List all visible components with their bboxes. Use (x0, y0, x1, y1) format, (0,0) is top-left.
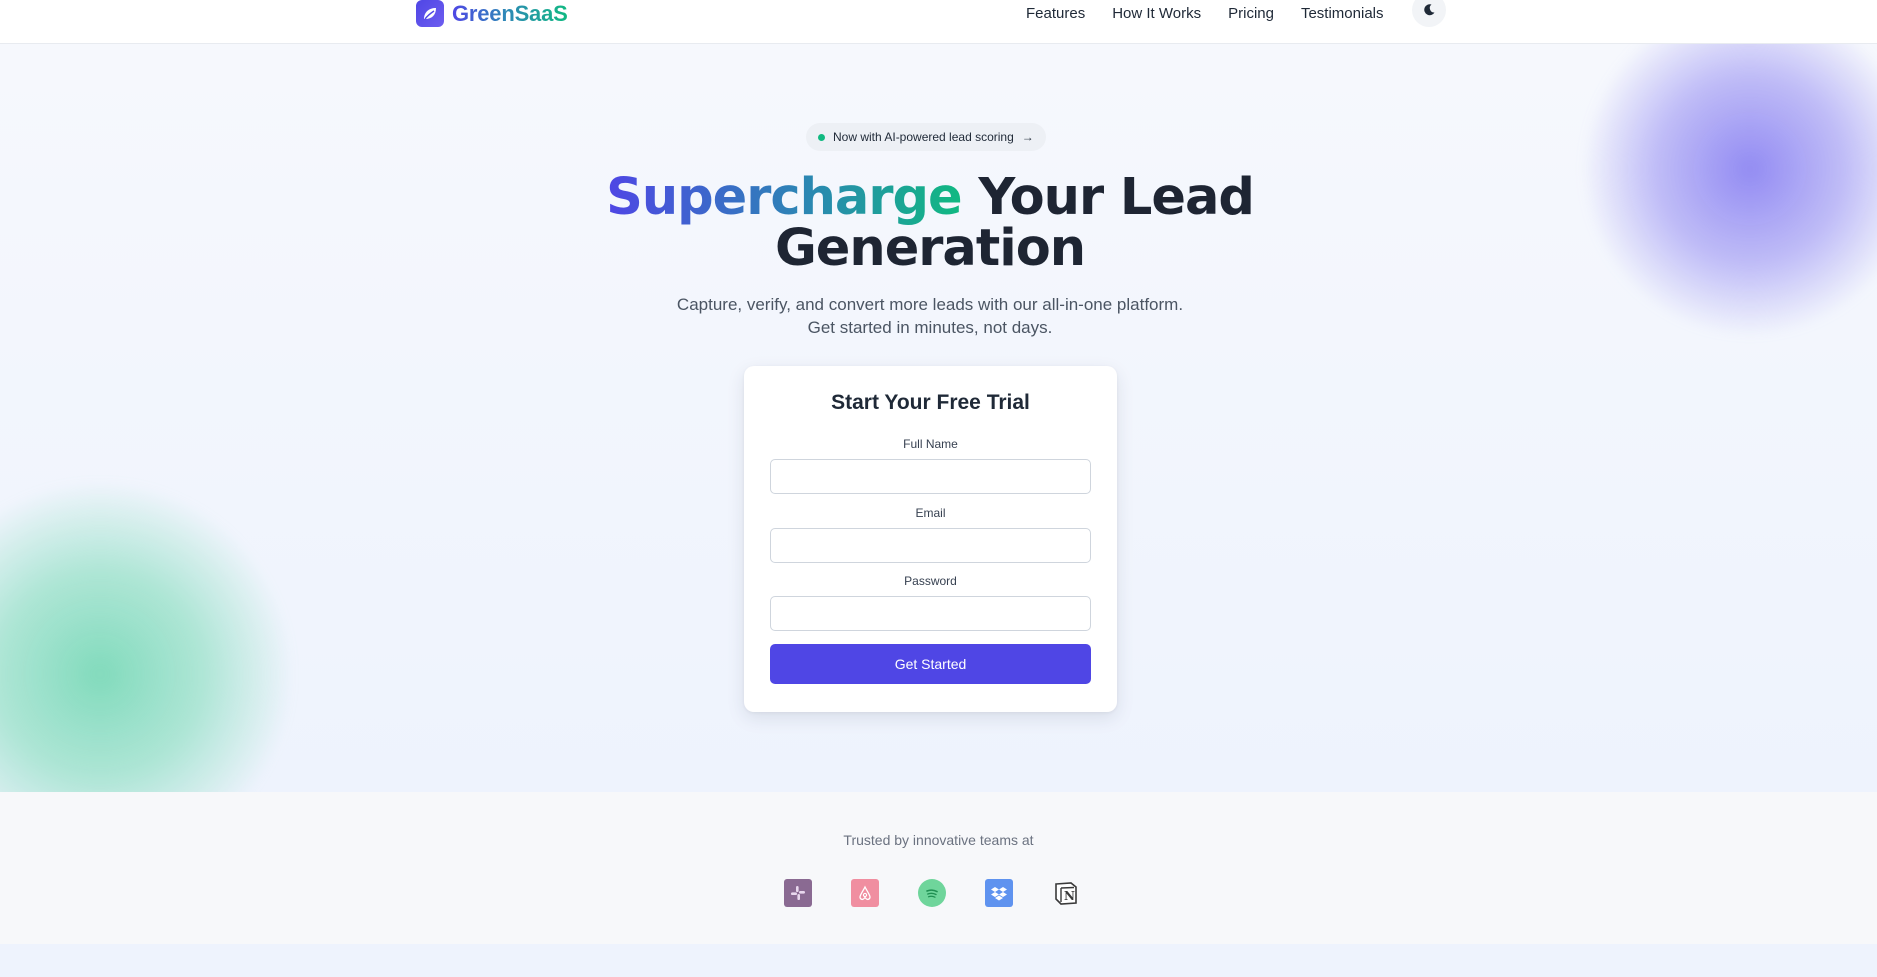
trusted-label: Trusted by innovative teams at (843, 832, 1034, 848)
hero-subtitle: Capture, verify, and convert more leads … (610, 293, 1250, 339)
announcement-badge[interactable]: Now with AI-powered lead scoring → (806, 123, 1046, 151)
moon-icon (1424, 4, 1435, 16)
full-name-label: Full Name (903, 437, 958, 451)
hero-subtitle-line1: Capture, verify, and convert more leads … (676, 295, 1184, 314)
notion-logo-icon: N (1052, 879, 1080, 907)
password-input[interactable] (770, 596, 1091, 631)
get-started-button[interactable]: Get Started (770, 644, 1091, 684)
leaf-logo-icon (416, 0, 444, 27)
airbnb-logo-icon (851, 879, 879, 907)
badge-text: Now with AI-powered lead scoring (833, 130, 1014, 144)
signup-form-card: Start Your Free Trial Full Name Email Pa… (744, 366, 1117, 712)
status-dot (818, 133, 825, 141)
arrow-right-icon: → (1021, 130, 1034, 144)
spotify-logo-icon (918, 879, 946, 907)
brand-name: GreenSaaS (452, 0, 568, 26)
hero-subtitle-line2: Get started in minutes, not days. (807, 318, 1053, 337)
slack-logo-icon (784, 879, 812, 907)
hero-title-line2: Generation (774, 219, 1086, 278)
theme-toggle-button[interactable] (1412, 0, 1446, 27)
password-label: Password (904, 574, 957, 588)
dropbox-logo-icon (985, 879, 1013, 907)
hero-title: Supercharge Your Lead Generation (560, 172, 1300, 274)
email-label: Email (915, 506, 946, 520)
main-nav: Features How It Works Pricing Testimonia… (1026, 0, 1384, 26)
trusted-section: Trusted by innovative teams at N (0, 792, 1877, 944)
nav-how-it-works[interactable]: How It Works (1112, 5, 1201, 22)
full-name-input[interactable] (770, 459, 1091, 494)
next-section-edge (0, 944, 1877, 977)
nav-features[interactable]: Features (1026, 5, 1085, 22)
nav-testimonials[interactable]: Testimonials (1301, 5, 1384, 22)
decorative-blob-purple (1585, 44, 1877, 334)
form-title: Start Your Free Trial (831, 391, 1030, 414)
nav-pricing[interactable]: Pricing (1228, 5, 1274, 22)
decorative-blob-green (0, 484, 290, 792)
site-header: GreenSaaS Features How It Works Pricing … (0, 0, 1877, 44)
hero-section: Now with AI-powered lead scoring → Super… (0, 44, 1877, 792)
brand[interactable]: GreenSaaS (416, 0, 568, 27)
email-input[interactable] (770, 528, 1091, 563)
partner-logos: N (784, 879, 1080, 907)
svg-text:N: N (1064, 889, 1075, 903)
